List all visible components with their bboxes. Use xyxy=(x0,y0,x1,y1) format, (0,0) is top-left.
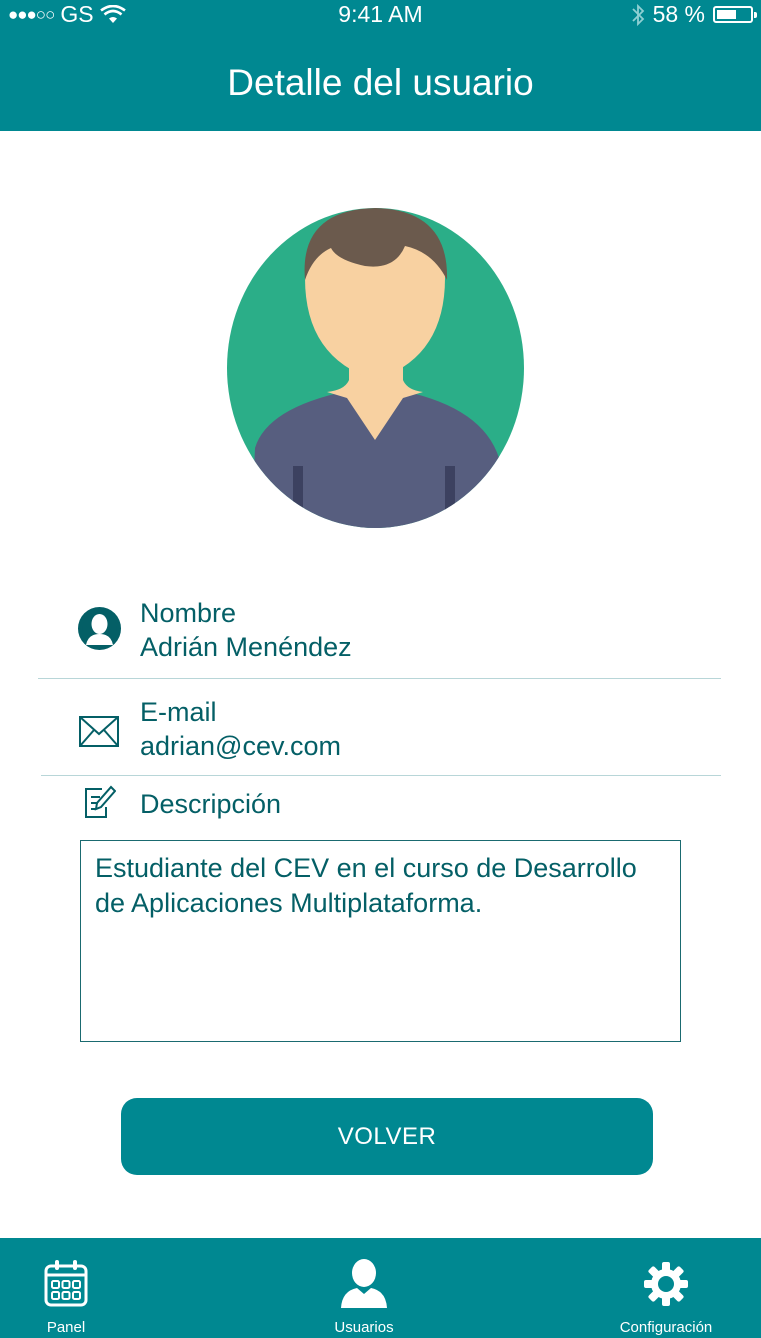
tab-bar: Panel Usuarios Configuración xyxy=(0,1238,761,1338)
page-title: Detalle del usuario xyxy=(227,62,534,103)
user-avatar xyxy=(227,208,524,528)
person-icon xyxy=(78,607,121,650)
battery-percent: 58 % xyxy=(652,1,705,27)
divider xyxy=(41,775,721,776)
battery-fill xyxy=(717,10,736,19)
email-label: E-mail xyxy=(140,697,217,727)
tab-panel[interactable]: Panel xyxy=(16,1238,116,1338)
tab-usuarios[interactable]: Usuarios xyxy=(314,1238,414,1338)
bluetooth-icon xyxy=(631,3,644,26)
gear-icon xyxy=(644,1262,688,1306)
user-icon xyxy=(341,1259,387,1308)
status-bar: ●●●○○ GS 9:41 AM 58 % xyxy=(0,0,761,30)
name-value: Adrián Menéndez xyxy=(140,632,352,662)
tab-usuarios-label: Usuarios xyxy=(334,1319,394,1336)
mail-icon xyxy=(79,716,119,747)
calendar-icon xyxy=(44,1260,88,1307)
tab-configuracion-label: Configuración xyxy=(619,1319,713,1336)
name-label: Nombre xyxy=(140,598,237,628)
back-button[interactable]: VOLVER xyxy=(121,1098,653,1175)
tab-panel-label: Panel xyxy=(46,1319,86,1336)
description-label: Descripción xyxy=(140,789,282,819)
divider xyxy=(38,678,721,679)
edit-note-icon xyxy=(85,785,116,818)
email-value: adrian@cev.com xyxy=(140,731,341,761)
header-bar: ●●●○○ GS 9:41 AM 58 % Detalle del usuari… xyxy=(0,0,761,131)
status-right: 58 % xyxy=(631,1,757,28)
description-textarea[interactable]: Estudiante del CEV en el curso de Desarr… xyxy=(80,840,681,1042)
tab-configuracion[interactable]: Configuración xyxy=(601,1238,731,1338)
battery-icon xyxy=(713,6,757,23)
